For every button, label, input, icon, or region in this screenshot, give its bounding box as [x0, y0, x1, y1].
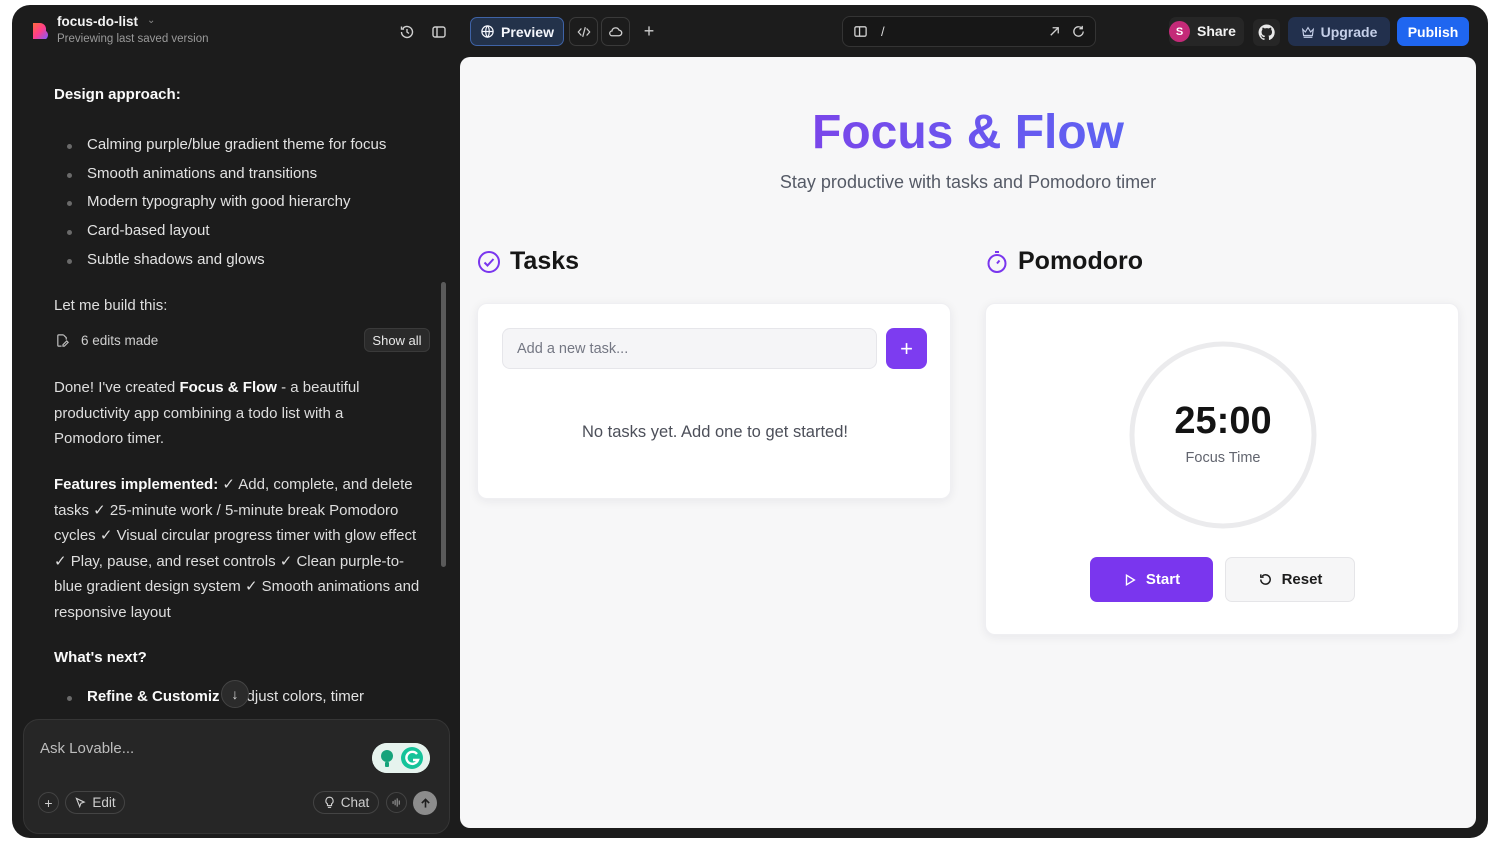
- code-view-icon[interactable]: [569, 17, 598, 46]
- timer-icon: [987, 250, 1007, 273]
- list-item: Modern typography with good hierarchy: [54, 188, 434, 217]
- done-message: Done! I've created Focus & Flow - a beau…: [54, 375, 384, 452]
- done-prefix: Done! I've created: [54, 379, 180, 396]
- play-icon: [1125, 573, 1136, 586]
- open-external-icon[interactable]: [1047, 24, 1062, 39]
- pomodoro-heading: Pomodoro: [985, 247, 1143, 276]
- timer-mode-label: Focus Time: [1185, 450, 1261, 466]
- design-heading: Design approach:: [54, 86, 181, 103]
- chat-input[interactable]: Ask Lovable...: [40, 740, 134, 757]
- chat-panel: Design approach: Calming purple/blue gra…: [12, 57, 452, 838]
- start-button[interactable]: Start: [1090, 557, 1213, 602]
- globe-icon: [481, 25, 494, 38]
- add-icon[interactable]: +: [638, 20, 660, 42]
- chat-mode-button[interactable]: Chat: [313, 791, 379, 814]
- url-bar[interactable]: /: [842, 16, 1096, 47]
- app-title: Focus & Flow: [460, 105, 1476, 160]
- crown-icon: [1301, 26, 1314, 38]
- list-item: Smooth animations and transitions: [54, 160, 434, 189]
- list-item: Card-based layout: [54, 217, 434, 246]
- upgrade-button[interactable]: Upgrade: [1288, 17, 1390, 46]
- timer-value: 25:00: [1174, 400, 1272, 442]
- lovable-logo-icon[interactable]: [30, 21, 50, 41]
- github-icon[interactable]: [1253, 19, 1280, 46]
- features-message: Features implemented: ✓ Add, complete, a…: [54, 472, 426, 625]
- build-text: Let me build this:: [54, 297, 168, 314]
- share-label[interactable]: Share: [1197, 23, 1236, 39]
- pomodoro-card: 25:00 Focus Time Start Reset: [985, 303, 1459, 635]
- reset-button[interactable]: Reset: [1225, 557, 1355, 602]
- chat-messages[interactable]: Design approach: Calming purple/blue gra…: [54, 57, 434, 722]
- next-bold: Refine & Customiz: [87, 688, 220, 705]
- reset-label: Reset: [1281, 571, 1323, 588]
- url-path[interactable]: /: [881, 24, 885, 39]
- edit-label: Edit: [92, 795, 116, 810]
- reset-icon: [1259, 574, 1271, 585]
- cloud-icon[interactable]: [601, 17, 630, 46]
- tasks-card: + No tasks yet. Add one to get started!: [477, 303, 951, 499]
- chat-label: Chat: [340, 795, 370, 810]
- done-bold: Focus & Flow: [179, 379, 277, 396]
- voice-icon[interactable]: [386, 792, 407, 813]
- new-task-input[interactable]: [502, 328, 877, 369]
- top-bar: focus-do-list ⌄ Previewing last saved ve…: [12, 5, 1488, 57]
- device-icon[interactable]: [853, 24, 868, 39]
- preview-label: Preview: [501, 23, 554, 40]
- file-edit-icon: [57, 334, 69, 347]
- preview-pane: Focus & Flow Stay productive with tasks …: [460, 57, 1476, 828]
- show-all-button[interactable]: Show all: [364, 328, 430, 352]
- design-points-list: Calming purple/blue gradient theme for f…: [54, 131, 434, 274]
- project-status: Previewing last saved version: [57, 33, 209, 45]
- toggle-sidebar-icon[interactable]: [428, 21, 450, 43]
- publish-button[interactable]: Publish: [1397, 17, 1469, 46]
- project-name[interactable]: focus-do-list: [57, 14, 138, 29]
- grammarly-icon[interactable]: [372, 743, 430, 773]
- edits-summary: 6 edits made Show all: [54, 328, 434, 354]
- features-heading: Features implemented:: [54, 476, 219, 493]
- app-window: focus-do-list ⌄ Previewing last saved ve…: [12, 5, 1488, 838]
- chevron-down-icon[interactable]: ⌄: [147, 15, 155, 26]
- next-heading: What's next?: [54, 649, 147, 666]
- send-icon[interactable]: [413, 791, 437, 815]
- add-task-button[interactable]: +: [886, 328, 927, 369]
- features-text: ✓ Add, complete, and delete tasks ✓ 25-m…: [54, 476, 420, 621]
- app-title-text: Focus & Flow: [812, 106, 1124, 159]
- tasks-heading: Tasks: [477, 247, 579, 276]
- tasks-heading-label: Tasks: [510, 247, 580, 275]
- avatar[interactable]: S: [1169, 21, 1190, 42]
- list-item: Subtle shadows and glows: [54, 246, 434, 275]
- chat-scrollbar[interactable]: [441, 282, 446, 567]
- refresh-icon[interactable]: [1071, 24, 1086, 39]
- chat-composer: Ask Lovable... + Edit Chat: [23, 719, 450, 834]
- empty-state-message: No tasks yet. Add one to get started!: [582, 423, 848, 441]
- scroll-down-icon[interactable]: ↓: [221, 680, 249, 708]
- edits-label: 6 edits made: [81, 333, 159, 348]
- preview-button[interactable]: Preview: [470, 17, 564, 46]
- start-label: Start: [1145, 571, 1181, 588]
- history-icon[interactable]: [396, 21, 418, 43]
- edit-button[interactable]: Edit: [65, 791, 125, 814]
- list-item: Calming purple/blue gradient theme for f…: [54, 131, 434, 160]
- app-subtitle: Stay productive with tasks and Pomodoro …: [779, 172, 1157, 192]
- attach-icon[interactable]: +: [38, 792, 59, 813]
- lightbulb-icon: [325, 796, 334, 808]
- visual-edit-icon: [75, 797, 86, 809]
- check-circle-icon: [478, 250, 500, 273]
- pomodoro-heading-label: Pomodoro: [1018, 247, 1143, 275]
- upgrade-label: Upgrade: [1320, 23, 1378, 40]
